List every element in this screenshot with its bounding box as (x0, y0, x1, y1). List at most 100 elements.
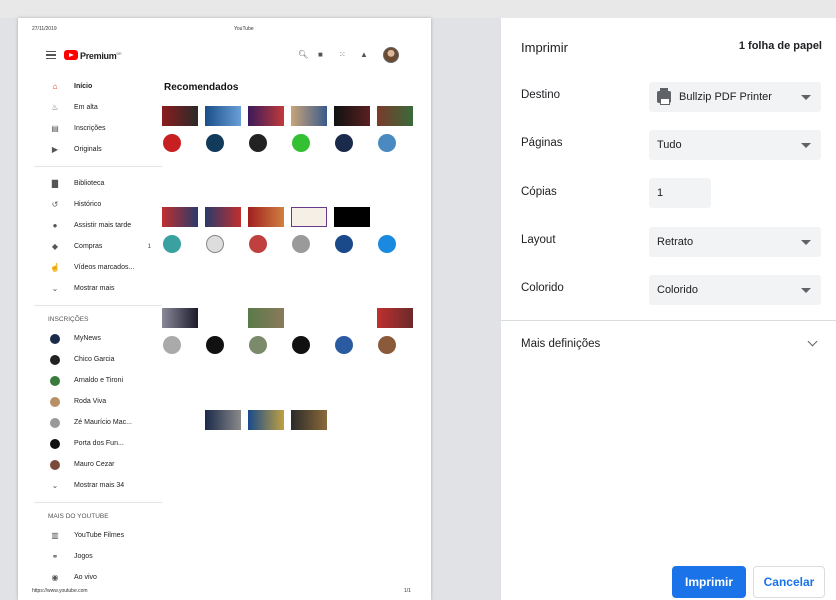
channel-avatar (163, 134, 181, 152)
sidebar-item-label: Chico Garcia (74, 356, 115, 363)
video-thumbnail (291, 410, 327, 430)
video-camera-icon: ■ (318, 50, 323, 59)
sidebar-item-trending: ♨ Em alta (18, 97, 163, 118)
sidebar-item-label: Histórico (74, 201, 102, 208)
channel-avatar (50, 333, 60, 344)
video-thumbnail (377, 308, 413, 328)
sidebar-item-label: Compras (74, 243, 103, 250)
preview-date: 27/11/2019 (32, 26, 57, 32)
channel-avatar (292, 235, 310, 253)
sidebar-item-show-more-subscriptions: ⌄ Mostrar mais 34 (18, 475, 163, 496)
history-icon: ↺ (51, 199, 59, 209)
sidebar-item-library: ▇ Biblioteca (18, 173, 163, 194)
sidebar-item-label: Jogos (74, 553, 93, 560)
channel-avatar (249, 235, 267, 253)
channel-avatar (292, 336, 310, 354)
brand-text: Premium (80, 51, 117, 61)
print-settings-panel: Imprimir 1 folha de papel Destino Bullzi… (501, 18, 836, 600)
avatar (383, 47, 399, 63)
preview-url: https://www.youtube.com (32, 588, 88, 594)
sidebar-item-live: ◉ Ao vivo (18, 567, 163, 588)
tag-icon: ◆ (51, 241, 59, 251)
video-thumbnail (291, 106, 327, 126)
more-settings-toggle[interactable]: Mais definições (521, 338, 600, 350)
search-icon: 🔍︎ (298, 50, 309, 59)
divider (501, 320, 836, 321)
purchases-count: 1 (147, 243, 151, 250)
sidebar-item-label: Início (74, 83, 93, 90)
divider (34, 502, 162, 503)
video-thumbnail (334, 207, 370, 227)
sidebar-item-movies: ▥ YouTube Filmes (18, 525, 163, 546)
video-thumbnail (248, 207, 284, 227)
cancel-button[interactable]: Cancelar (753, 566, 825, 598)
video-thumbnail (162, 308, 198, 328)
folder-icon: ▇ (51, 178, 59, 188)
channel-avatar (292, 134, 310, 152)
channel-avatar (249, 134, 267, 152)
clock-icon: ● (52, 220, 58, 230)
divider (34, 305, 162, 306)
video-thumbnail (334, 106, 370, 126)
sidebar-item-label: Mostrar mais 34 (74, 482, 125, 489)
film-icon: ▥ (51, 530, 59, 540)
copies-value: 1 (657, 187, 664, 199)
channel-avatar (206, 336, 224, 354)
divider (34, 166, 162, 167)
sidebar-item-label: Vídeos marcados... (74, 264, 135, 271)
subscriptions-icon: ▤ (51, 123, 59, 133)
subscription-item: Porta dos Fun... (18, 433, 163, 454)
chevron-down-icon: ⌄ (51, 480, 59, 490)
print-button[interactable]: Imprimir (672, 566, 746, 598)
video-thumbnail (205, 207, 241, 227)
preview-page-title: YouTube (234, 26, 254, 32)
sidebar-item-label: Porta dos Fun... (74, 440, 124, 447)
menu-icon (46, 51, 56, 59)
bell-icon: ▲ (360, 50, 368, 59)
subscriptions-heading: INSCRIÇÕES (48, 316, 89, 323)
channel-avatar (50, 417, 60, 428)
flame-icon: ♨ (51, 102, 59, 112)
sidebar-item-label: Biblioteca (74, 180, 105, 187)
channel-avatar (50, 438, 60, 449)
chevron-down-icon[interactable] (807, 336, 818, 347)
channel-avatar (335, 134, 353, 152)
youtube-logo-icon (64, 50, 78, 60)
thumb-up-icon: ☝ (50, 262, 60, 272)
destination-select[interactable]: Bullzip PDF Printer (649, 82, 821, 112)
pages-select[interactable]: Tudo (649, 130, 821, 160)
caret-down-icon (801, 240, 811, 245)
top-bar (0, 0, 836, 18)
layout-select[interactable]: Retrato (649, 227, 821, 257)
printer-icon (657, 88, 671, 105)
sidebar-item-history: ↺ Histórico (18, 194, 163, 215)
sidebar-item-label: Em alta (74, 104, 98, 111)
subscription-item: Roda Viva (18, 391, 163, 412)
more-youtube-heading: MAIS DO YOUTUBE (48, 513, 109, 520)
sidebar-item-label: YouTube Filmes (74, 532, 125, 539)
video-thumbnail (205, 410, 241, 430)
sidebar-item-watch-later: ● Assistir mais tarde (18, 215, 163, 236)
channel-avatar (335, 235, 353, 253)
home-icon: ⌂ (52, 81, 58, 91)
color-value: Colorido (657, 284, 698, 296)
copies-label: Cópias (521, 186, 557, 198)
layout-label: Layout (521, 234, 556, 246)
pages-label: Páginas (521, 137, 563, 149)
caret-down-icon (801, 95, 811, 100)
sidebar-item-purchases: ◆ Compras 1 (18, 236, 163, 257)
pages-value: Tudo (657, 139, 682, 151)
video-thumbnail (248, 410, 284, 430)
sidebar-item-subscriptions: ▤ Inscrições (18, 118, 163, 139)
copies-input[interactable]: 1 (649, 178, 711, 208)
channel-avatar (249, 336, 267, 354)
sidebar-item-home: ⌂ Início (18, 76, 163, 97)
youtube-header: PremiumBR 🔍︎ ■ ⁙ ▲ (18, 46, 431, 66)
channel-avatar (378, 134, 396, 152)
color-select[interactable]: Colorido (649, 275, 821, 305)
subscription-item: Arnaldo e Tironi (18, 370, 163, 391)
chevron-down-icon: ⌄ (51, 283, 59, 293)
sidebar-item-label: Mauro Cezar (74, 461, 115, 468)
subscription-item: Mauro Cezar (18, 454, 163, 475)
channel-avatar (335, 336, 353, 354)
